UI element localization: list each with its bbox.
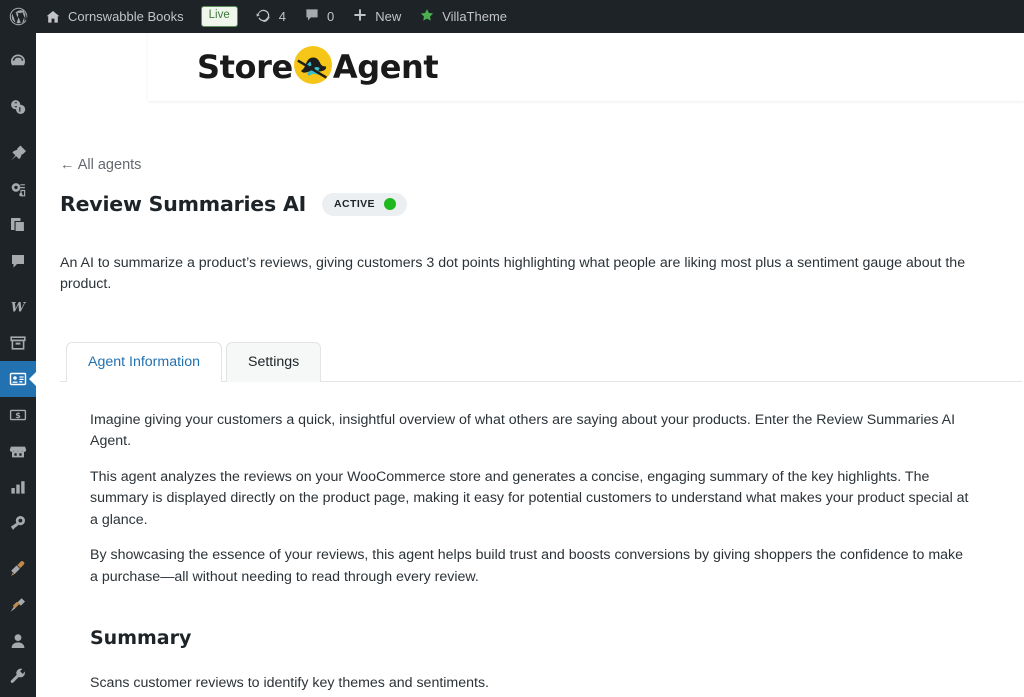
agent-title-row: Review Summaries AI ACTIVE	[60, 192, 1000, 216]
id-card-icon	[8, 369, 28, 389]
sidebar-item-tools[interactable]	[0, 659, 36, 695]
tab-settings[interactable]: Settings	[226, 341, 322, 382]
comment-bubble-icon	[304, 7, 320, 26]
megaphone-icon	[8, 513, 28, 533]
sidebar-item-payments[interactable]: $	[0, 397, 36, 433]
sidebar-item-posts[interactable]	[0, 135, 36, 171]
sidebar-item-woocommerce[interactable]: W	[0, 289, 36, 325]
updates-count: 4	[278, 9, 286, 24]
tab-bar: Agent Information Settings	[60, 341, 1022, 382]
panel-paragraph: By showcasing the essence of your review…	[90, 547, 964, 586]
media-camera-music-icon	[8, 179, 28, 199]
wp-admin-bar: Cornswabble Books Live 4 0 New VillaThem…	[0, 0, 1024, 33]
live-badge: Live	[200, 6, 238, 27]
sidebar-item-marketing[interactable]	[0, 505, 36, 541]
sidebar-item-users[interactable]	[0, 623, 36, 659]
brand-word-agent: Agent	[332, 48, 439, 86]
woo-w-icon: W	[7, 297, 29, 317]
svg-text:W: W	[11, 301, 27, 316]
paintbrush-icon	[8, 559, 28, 579]
coins-icon	[8, 97, 28, 117]
sidebar-item-dashboard[interactable]	[0, 43, 36, 79]
storefront-icon	[8, 441, 28, 461]
agent-detail-page: ← All agents Review Summaries AI ACTIVE …	[36, 101, 1024, 697]
dollar-bill-icon: $	[8, 405, 28, 425]
wp-content-area: Store Agent ← All agents Review Summarie…	[36, 33, 1024, 697]
svg-text:$: $	[15, 411, 21, 420]
admin-sidebar-menu: W $	[0, 33, 37, 697]
summary-heading: Summary	[90, 626, 192, 649]
comment-bubble-icon	[8, 251, 28, 271]
sidebar-item-pages[interactable]	[0, 207, 36, 243]
sidebar-item-plugins[interactable]	[0, 587, 36, 623]
new-label: New	[375, 9, 402, 24]
menu-spacer-4	[0, 541, 36, 551]
agent-information-panel: Imagine giving your customers a quick, i…	[60, 382, 1000, 697]
agent-hat-logo-icon	[287, 39, 339, 96]
archive-box-icon	[8, 333, 28, 353]
page-title: Review Summaries AI	[60, 192, 307, 216]
current-menu-arrow	[29, 371, 37, 387]
menu-top-spacer	[0, 33, 36, 43]
sidebar-item-media[interactable]	[0, 171, 36, 207]
plug-icon	[8, 595, 28, 615]
adminbar-wp-logo[interactable]	[0, 0, 36, 33]
plugin-header-bar: Store Agent	[148, 33, 1024, 101]
adminbar-villatheme[interactable]: VillaTheme	[410, 0, 516, 33]
summary-item: Scans customer reviews to identify key t…	[90, 674, 490, 691]
menu-spacer-1	[0, 79, 36, 89]
home-icon	[45, 9, 61, 25]
panel-paragraph: Imagine giving your customers a quick, i…	[90, 411, 956, 450]
adminbar-comments[interactable]: 0	[295, 0, 343, 33]
sidebar-item-comments[interactable]	[0, 243, 36, 279]
sidebar-item-appearance[interactable]	[0, 551, 36, 587]
sidebar-item-products[interactable]	[0, 325, 36, 361]
status-badge-label: ACTIVE	[334, 197, 375, 210]
menu-spacer-3	[0, 279, 36, 289]
adminbar-site-name[interactable]: Cornswabble Books	[36, 0, 193, 33]
wordpress-logo-icon	[8, 6, 29, 27]
adminbar-updates[interactable]: 4	[246, 0, 295, 33]
panel-paragraph: This agent analyzes the reviews on your …	[90, 468, 969, 528]
dashboard-gauge-icon	[8, 51, 28, 71]
sidebar-item-store-agent[interactable]	[0, 361, 37, 397]
sidebar-item-dokan[interactable]	[0, 89, 36, 125]
comments-count: 0	[326, 9, 335, 24]
bar-chart-icon	[8, 477, 28, 497]
wrench-icon	[8, 667, 28, 687]
sidebar-item-analytics[interactable]	[0, 469, 36, 505]
adminbar-new-content[interactable]: New	[343, 0, 410, 33]
plus-icon	[352, 7, 368, 26]
summary-list: Scans customer reviews to identify key t…	[90, 673, 970, 697]
adminbar-live-badge-wrap[interactable]: Live	[193, 0, 246, 33]
villatheme-label: VillaTheme	[442, 9, 508, 24]
pin-icon	[8, 143, 28, 163]
tab-agent-information[interactable]: Agent Information	[66, 341, 222, 382]
agent-description: An AI to summarize a product’s reviews, …	[60, 255, 966, 293]
star-icon	[419, 7, 435, 26]
pages-stack-icon	[8, 215, 28, 235]
brand-word-store: Store	[197, 48, 293, 86]
store-agent-logo[interactable]: Store Agent	[197, 43, 439, 91]
status-indicator-dot	[383, 198, 396, 210]
back-to-all-agents-link[interactable]: ← All agents	[60, 157, 141, 173]
menu-spacer-2	[0, 125, 36, 135]
site-name-label: Cornswabble Books	[68, 9, 184, 24]
sidebar-item-marketplace[interactable]	[0, 433, 36, 469]
updates-icon	[255, 7, 272, 27]
user-icon	[8, 631, 28, 651]
status-badge: ACTIVE	[322, 192, 407, 216]
